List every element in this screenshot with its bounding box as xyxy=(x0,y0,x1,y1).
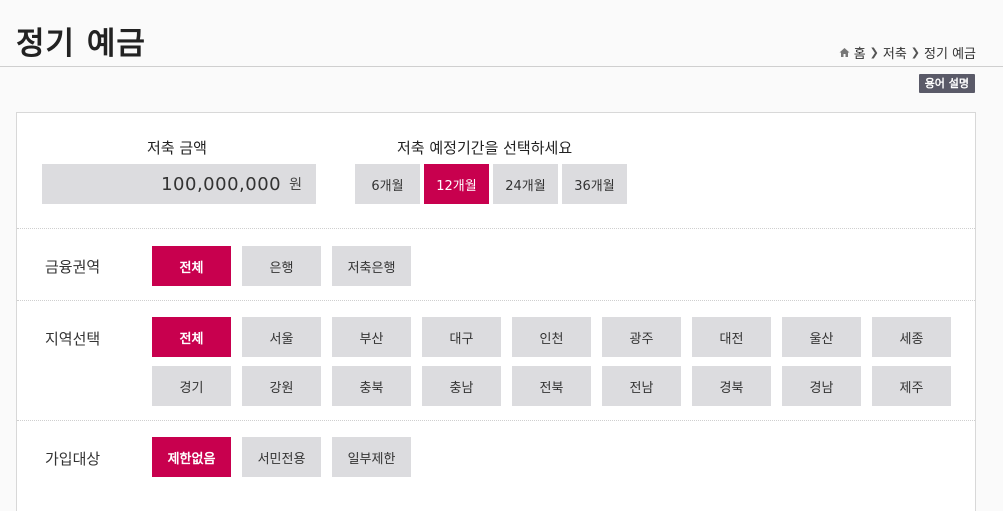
period-options: 6개월 12개월 24개월 36개월 xyxy=(355,164,627,204)
region-option[interactable]: 대전 xyxy=(692,317,771,357)
region-option[interactable]: 세종 xyxy=(872,317,951,357)
period-option-selected[interactable]: 12개월 xyxy=(424,164,489,204)
period-label: 저축 예정기간을 선택하세요 xyxy=(397,139,573,157)
page-title: 정기 예금 xyxy=(16,26,146,62)
region-option[interactable]: 인천 xyxy=(512,317,591,357)
region-option[interactable]: 전북 xyxy=(512,366,591,406)
target-option-selected[interactable]: 제한없음 xyxy=(152,437,231,477)
finance-area-section: 금융권역 전체 은행 저축은행 xyxy=(17,230,975,301)
region-option[interactable]: 서울 xyxy=(242,317,321,357)
page-header: 정기 예금 홈 ❯ 저축 ❯ 정기 예금 xyxy=(0,0,1003,67)
target-option[interactable]: 일부제한 xyxy=(332,437,411,477)
finance-option-selected[interactable]: 전체 xyxy=(152,246,231,286)
region-section: 지역선택 전체 서울 부산 대구 인천 광주 대전 울산 세종 경기 강원 충북… xyxy=(17,301,975,421)
amount-value: 100,000,000 xyxy=(161,173,282,195)
amount-input[interactable]: 100,000,000 원 xyxy=(42,164,316,204)
breadcrumb-savings[interactable]: 저축 xyxy=(883,43,907,62)
region-option[interactable]: 울산 xyxy=(782,317,861,357)
region-option[interactable]: 대구 xyxy=(422,317,501,357)
breadcrumb-home[interactable]: 홈 xyxy=(854,43,866,62)
finance-option[interactable]: 저축은행 xyxy=(332,246,411,286)
search-panel: 저축 금액 100,000,000 원 저축 예정기간을 선택하세요 6개월 1… xyxy=(16,112,976,511)
target-options: 제한없음 서민전용 일부제한 xyxy=(152,437,951,477)
target-label: 가입대상 xyxy=(45,450,101,468)
region-option[interactable]: 부산 xyxy=(332,317,411,357)
glossary-button[interactable]: 용어 설명 xyxy=(918,74,975,93)
region-label: 지역선택 xyxy=(45,330,101,348)
target-section: 가입대상 제한없음 서민전용 일부제한 xyxy=(17,421,975,511)
amount-unit: 원 xyxy=(289,177,302,193)
region-option[interactable]: 경기 xyxy=(152,366,231,406)
region-option-selected[interactable]: 전체 xyxy=(152,317,231,357)
region-option[interactable]: 경북 xyxy=(692,366,771,406)
period-option[interactable]: 36개월 xyxy=(562,164,627,204)
region-option[interactable]: 광주 xyxy=(602,317,681,357)
amount-period-section: 저축 금액 100,000,000 원 저축 예정기간을 선택하세요 6개월 1… xyxy=(17,113,975,229)
finance-area-options: 전체 은행 저축은행 xyxy=(152,246,951,286)
period-option[interactable]: 6개월 xyxy=(355,164,420,204)
region-option[interactable]: 전남 xyxy=(602,366,681,406)
home-icon[interactable] xyxy=(839,47,850,58)
breadcrumb-current[interactable]: 정기 예금 xyxy=(924,43,976,62)
breadcrumb: 홈 ❯ 저축 ❯ 정기 예금 xyxy=(839,43,976,62)
region-option[interactable]: 충남 xyxy=(422,366,501,406)
chevron-right-icon: ❯ xyxy=(910,46,921,59)
region-option[interactable]: 제주 xyxy=(872,366,951,406)
region-option[interactable]: 강원 xyxy=(242,366,321,406)
region-option[interactable]: 충북 xyxy=(332,366,411,406)
chevron-right-icon: ❯ xyxy=(869,46,879,59)
finance-area-label: 금융권역 xyxy=(45,258,101,276)
region-options: 전체 서울 부산 대구 인천 광주 대전 울산 세종 경기 강원 충북 충남 전… xyxy=(152,317,951,406)
finance-option[interactable]: 은행 xyxy=(242,246,321,286)
period-option[interactable]: 24개월 xyxy=(493,164,558,204)
amount-label: 저축 금액 xyxy=(147,139,207,157)
target-option[interactable]: 서민전용 xyxy=(242,437,321,477)
region-option[interactable]: 경남 xyxy=(782,366,861,406)
